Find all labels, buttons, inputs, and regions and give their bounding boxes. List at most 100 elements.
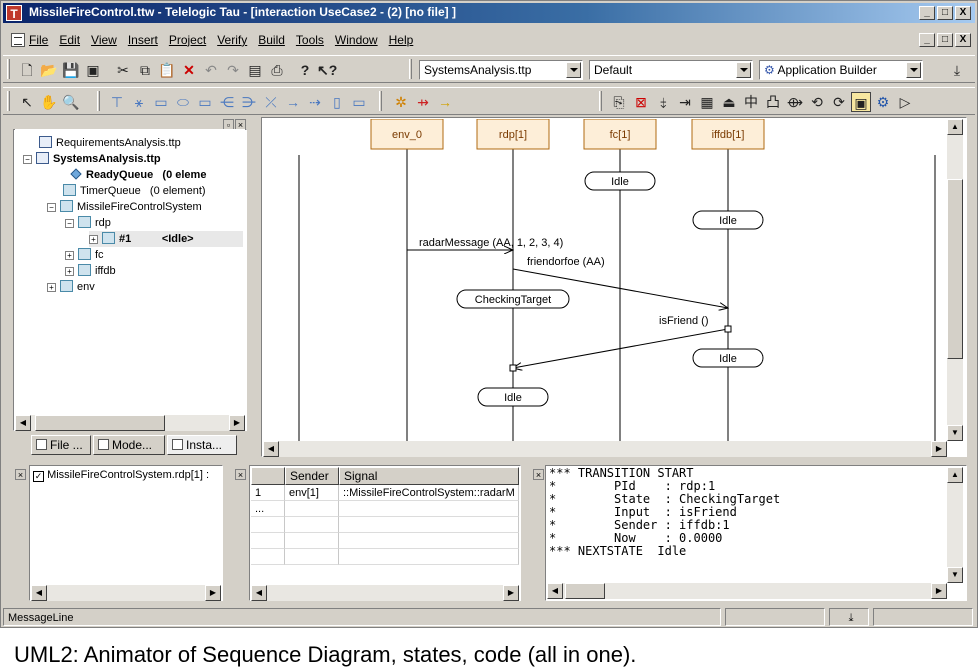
- scroll-left-icon[interactable]: ◀: [263, 441, 279, 457]
- timer-reset-tool-icon[interactable]: ⋺: [239, 92, 259, 112]
- table-cell[interactable]: 1: [251, 485, 285, 501]
- help-icon[interactable]: ?: [295, 60, 315, 80]
- tree-item[interactable]: + fc: [65, 247, 104, 263]
- menu-item-tools[interactable]: Tools: [296, 33, 324, 47]
- menu-item-project[interactable]: Project: [169, 33, 206, 47]
- close-pane-icon[interactable]: ×: [533, 469, 544, 480]
- builder-combo[interactable]: ⚙ Application Builder: [759, 60, 923, 80]
- collapse-icon[interactable]: −: [65, 219, 74, 228]
- cut-icon[interactable]: ✂: [113, 60, 133, 80]
- toolbar-grip[interactable]: [97, 91, 100, 111]
- scroll-left-icon[interactable]: ◀: [251, 585, 267, 601]
- actor-tool-icon[interactable]: ⚹: [129, 92, 149, 112]
- comment-tool-icon[interactable]: ▯: [327, 92, 347, 112]
- stop-tool-icon[interactable]: ⤫: [261, 92, 281, 112]
- table-cell[interactable]: ::MissileFireControlSystem::radarM: [339, 485, 519, 501]
- column-header[interactable]: [251, 467, 285, 485]
- close-pane-icon[interactable]: ×: [235, 469, 246, 480]
- table-cell[interactable]: [251, 549, 285, 565]
- delete-icon[interactable]: ✕: [179, 60, 199, 80]
- tree-item[interactable]: − rdp: [65, 215, 111, 231]
- scroll-thumb[interactable]: [947, 179, 963, 359]
- text-tool-icon[interactable]: ▭: [349, 92, 369, 112]
- scroll-right-icon[interactable]: ▶: [205, 585, 221, 601]
- watch-item[interactable]: ✓ MissileFireControlSystem.rdp[1] :: [33, 469, 209, 482]
- watch-icon[interactable]: 凸: [763, 92, 783, 112]
- mdi-close-button[interactable]: X: [955, 33, 971, 47]
- table-cell[interactable]: [339, 533, 519, 549]
- chevron-down-icon[interactable]: [736, 62, 751, 78]
- watch-checkbox[interactable]: ✓: [33, 471, 44, 482]
- menu-item-help[interactable]: Help: [389, 33, 414, 47]
- restore-button[interactable]: □: [937, 6, 953, 20]
- table-cell[interactable]: ...: [251, 501, 285, 517]
- spark-icon[interactable]: ✲: [391, 92, 411, 112]
- save-all-icon[interactable]: ▣: [83, 60, 103, 80]
- run-to-icon[interactable]: ⟴: [785, 92, 805, 112]
- scroll-right-icon[interactable]: ▶: [503, 585, 519, 601]
- step-over-icon[interactable]: ▦: [697, 92, 717, 112]
- scroll-left-icon[interactable]: ◀: [15, 415, 31, 431]
- title-bar[interactable]: T MissileFireControl.ttw - Telelogic Tau…: [3, 3, 975, 23]
- undo-icon[interactable]: ↶: [201, 60, 221, 80]
- table-cell[interactable]: [285, 517, 339, 533]
- scroll-right-icon[interactable]: ▶: [229, 415, 245, 431]
- tab-model[interactable]: Mode...: [93, 435, 165, 455]
- print-icon[interactable]: ⎙: [267, 60, 287, 80]
- paste-icon[interactable]: 📋: [157, 60, 177, 80]
- diagram-horizontal-scrollbar[interactable]: ◀ ▶: [263, 441, 947, 457]
- scroll-thumb[interactable]: [565, 583, 605, 599]
- scroll-down-icon[interactable]: ▼: [947, 425, 963, 441]
- menu-item-build[interactable]: Build: [258, 33, 285, 47]
- build-icon[interactable]: ⤓: [947, 60, 967, 80]
- menu-item-edit[interactable]: Edit: [59, 33, 80, 47]
- sequence-diagram[interactable]: env_0 rdp[1] fc[1] iffdb[1] Idle Idle Checking…: [263, 119, 945, 441]
- lifeline-tool-icon[interactable]: ⊤: [107, 92, 127, 112]
- tab-instances[interactable]: Insta...: [167, 435, 237, 455]
- breakpoint-icon[interactable]: ⏏: [719, 92, 739, 112]
- collapse-icon[interactable]: −: [47, 203, 56, 212]
- tree-item[interactable]: + env: [47, 279, 95, 295]
- scroll-left-icon[interactable]: ◀: [547, 583, 563, 599]
- table-cell[interactable]: [339, 517, 519, 533]
- state-tool-icon[interactable]: ⬭: [173, 92, 193, 112]
- menu-item-insert[interactable]: Insert: [128, 33, 158, 47]
- minimize-button[interactable]: _: [919, 6, 935, 20]
- tree-item[interactable]: + iffdb: [65, 263, 116, 279]
- step-icon[interactable]: ⤈: [653, 92, 673, 112]
- timer-set-tool-icon[interactable]: ⋲: [217, 92, 237, 112]
- collapse-icon[interactable]: −: [23, 155, 32, 164]
- scroll-thumb[interactable]: [35, 415, 165, 431]
- select-pointer-icon[interactable]: ↖: [17, 92, 37, 112]
- column-header[interactable]: Sender: [285, 467, 339, 485]
- context-help-icon[interactable]: ↖?: [317, 60, 337, 80]
- zoom-icon[interactable]: 🔍: [61, 92, 81, 112]
- toolbar-grip[interactable]: [379, 91, 382, 111]
- column-header[interactable]: Signal: [339, 467, 519, 485]
- table-cell[interactable]: [339, 549, 519, 565]
- menu-item-file[interactable]: File: [29, 33, 48, 47]
- step-out-icon[interactable]: ⟳: [829, 92, 849, 112]
- scroll-up-icon[interactable]: ▲: [947, 467, 963, 483]
- message-tool-icon[interactable]: →: [283, 92, 303, 112]
- toolbar-grip[interactable]: [409, 59, 412, 79]
- play-icon[interactable]: ▷: [895, 92, 915, 112]
- animate-icon[interactable]: ▣: [851, 92, 871, 112]
- table-cell[interactable]: [339, 501, 519, 517]
- trace-output[interactable]: *** TRANSITION START * PId : rdp:1 * Sta…: [547, 467, 943, 583]
- tree-item[interactable]: ReadyQueue (0 eleme: [69, 167, 206, 183]
- toolbar-grip[interactable]: [7, 91, 10, 111]
- menu-item-view[interactable]: View: [91, 33, 117, 47]
- mdi-minimize-button[interactable]: _: [919, 33, 935, 47]
- tab-file[interactable]: File ...: [31, 435, 91, 455]
- tree-horizontal-scrollbar[interactable]: ◀ ▶: [15, 415, 245, 431]
- expand-icon[interactable]: +: [47, 283, 56, 292]
- tree-item[interactable]: RequirementsAnalysis.ttp: [39, 135, 181, 151]
- new-icon[interactable]: 🗋: [17, 60, 37, 80]
- close-pane-icon[interactable]: ×: [15, 469, 26, 480]
- tree-item-selected[interactable]: + #1 <Idle>: [89, 231, 243, 247]
- step-into-icon[interactable]: ⇥: [675, 92, 695, 112]
- table-cell[interactable]: [251, 517, 285, 533]
- frame-tool-icon[interactable]: ▭: [151, 92, 171, 112]
- close-button[interactable]: X: [955, 6, 971, 20]
